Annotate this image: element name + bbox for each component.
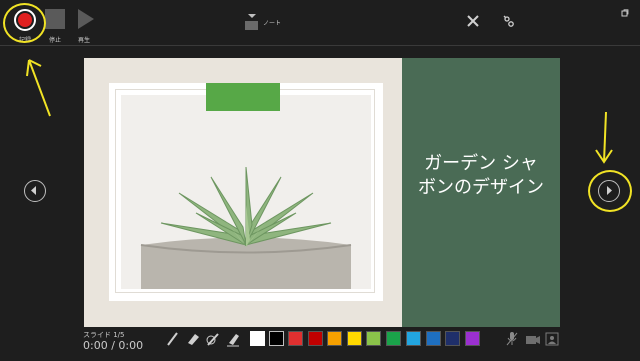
notes-icon — [245, 14, 258, 30]
previous-slide-button[interactable] — [24, 180, 46, 202]
chevron-left-icon — [31, 186, 36, 195]
microphone-icon — [506, 332, 518, 346]
color-swatch-light-green[interactable] — [366, 331, 381, 346]
color-swatch-red[interactable] — [288, 331, 303, 346]
laser-pointer-icon[interactable] — [205, 331, 221, 347]
annotation-arrow-up-icon — [26, 59, 51, 117]
photo-frame — [109, 83, 383, 301]
window-restore-icon — [621, 9, 629, 17]
close-button[interactable] — [466, 13, 480, 27]
color-swatch-navy[interactable] — [445, 331, 460, 346]
play-label: 再生 — [77, 37, 90, 44]
pen-icon[interactable] — [165, 331, 179, 347]
color-swatch-blue[interactable] — [426, 331, 441, 346]
eraser-icon[interactable] — [185, 331, 201, 347]
window-restore-button[interactable] — [621, 2, 629, 17]
close-icon — [467, 15, 479, 27]
camera-button[interactable] — [525, 332, 541, 346]
annotation-arrow-down-icon — [595, 111, 613, 164]
slide-canvas: ガーデン シャ ボンのデザイン — [84, 58, 560, 327]
succulent-photo — [121, 95, 371, 289]
color-swatch-dark-red[interactable] — [308, 331, 323, 346]
stop-label: 停止 — [48, 37, 61, 44]
settings-icon — [503, 15, 514, 27]
pen-tools — [165, 331, 245, 347]
color-swatch-yellow[interactable] — [347, 331, 362, 346]
record-highlight-circle — [3, 3, 46, 43]
settings-button[interactable] — [502, 13, 516, 27]
notes-button[interactable]: ノート — [244, 12, 304, 32]
slide-title: ガーデン シャ ボンのデザイン — [402, 152, 560, 200]
camera-preview-button[interactable] — [545, 331, 559, 346]
color-swatch-white[interactable] — [250, 331, 265, 346]
slide-title-line-1: ガーデン シャ — [424, 153, 538, 174]
camera-icon — [526, 336, 540, 344]
color-swatch-purple[interactable] — [465, 331, 480, 346]
highlighter-icon[interactable] — [225, 331, 241, 347]
green-tab-decoration — [206, 83, 280, 111]
notes-label: ノート — [263, 20, 282, 27]
title-panel: ガーデン シャ ボンのデザイン — [402, 58, 560, 327]
play-button[interactable] — [70, 6, 98, 38]
color-swatch-green[interactable] — [386, 331, 401, 346]
slide-title-line-2: ボンのデザイン — [418, 177, 544, 198]
recording-timer: 0:00 / 0:00 — [83, 339, 144, 352]
color-swatch-light-blue[interactable] — [406, 331, 421, 346]
camera-preview-icon — [545, 332, 559, 346]
toolbar-divider — [0, 45, 640, 46]
microphone-button[interactable] — [505, 331, 519, 347]
color-swatch-black[interactable] — [269, 331, 284, 346]
color-swatch-orange[interactable] — [327, 331, 342, 346]
play-icon — [78, 9, 94, 29]
next-highlight-circle — [588, 170, 632, 212]
